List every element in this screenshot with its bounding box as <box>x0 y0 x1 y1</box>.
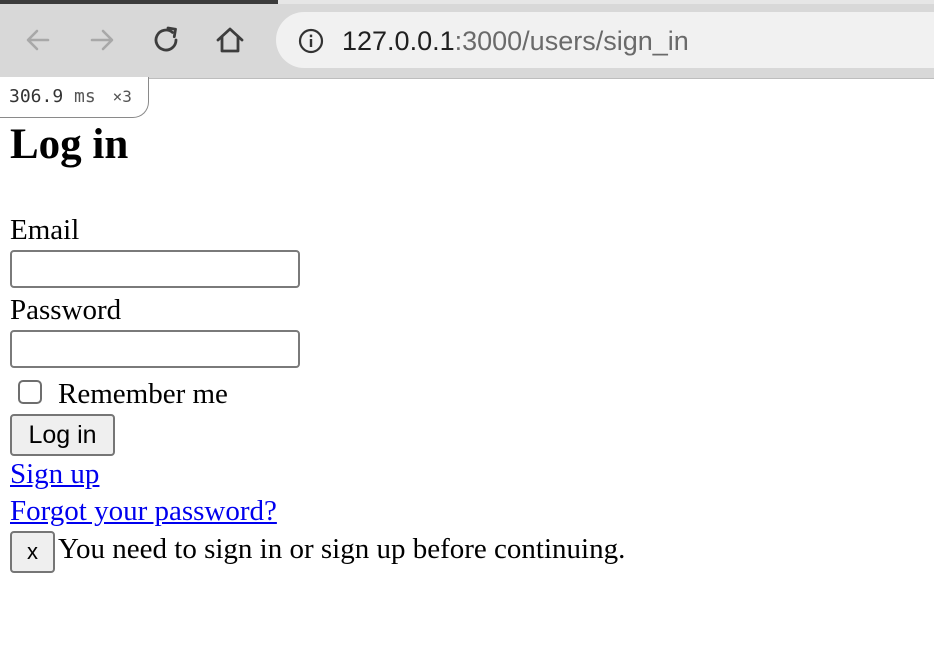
remember-me-label: Remember me <box>58 378 228 410</box>
browser-toolbar: 127.0.0.1:3000/users/sign_in <box>0 4 934 79</box>
url-host: 127.0.0.1 <box>342 26 455 56</box>
url-text[interactable]: 127.0.0.1:3000/users/sign_in <box>342 26 689 56</box>
url-path: :3000/users/sign_in <box>454 26 689 56</box>
email-field[interactable] <box>10 250 300 288</box>
profiler-count: ×3 <box>112 87 132 106</box>
remember-me-checkbox[interactable] <box>18 380 42 404</box>
profiler-unit: ms <box>74 86 96 107</box>
password-field[interactable] <box>10 330 300 368</box>
page-title: Log in <box>10 121 129 168</box>
flash-message: You need to sign in or sign up before co… <box>58 533 626 565</box>
forgot-password-link[interactable]: Forgot your password? <box>10 495 277 527</box>
forward-button[interactable] <box>84 22 120 58</box>
home-button[interactable] <box>212 22 248 58</box>
flash-close-button[interactable]: x <box>10 531 55 573</box>
email-label: Email <box>10 214 80 246</box>
reload-icon <box>154 26 178 52</box>
profiler-time: 306.9 <box>9 86 64 107</box>
home-icon <box>216 27 244 53</box>
back-button[interactable] <box>20 22 56 58</box>
login-button[interactable]: Log in <box>10 414 115 456</box>
profiler-badge[interactable]: 306.9 ms ×3 <box>0 77 149 118</box>
back-arrow-icon <box>26 29 50 51</box>
address-bar[interactable]: 127.0.0.1:3000/users/sign_in <box>276 12 934 68</box>
password-label: Password <box>10 294 122 326</box>
site-info-icon[interactable] <box>298 28 324 54</box>
forward-arrow-icon <box>90 29 114 51</box>
sign-up-link[interactable]: Sign up <box>10 458 99 490</box>
reload-button[interactable] <box>148 22 184 58</box>
